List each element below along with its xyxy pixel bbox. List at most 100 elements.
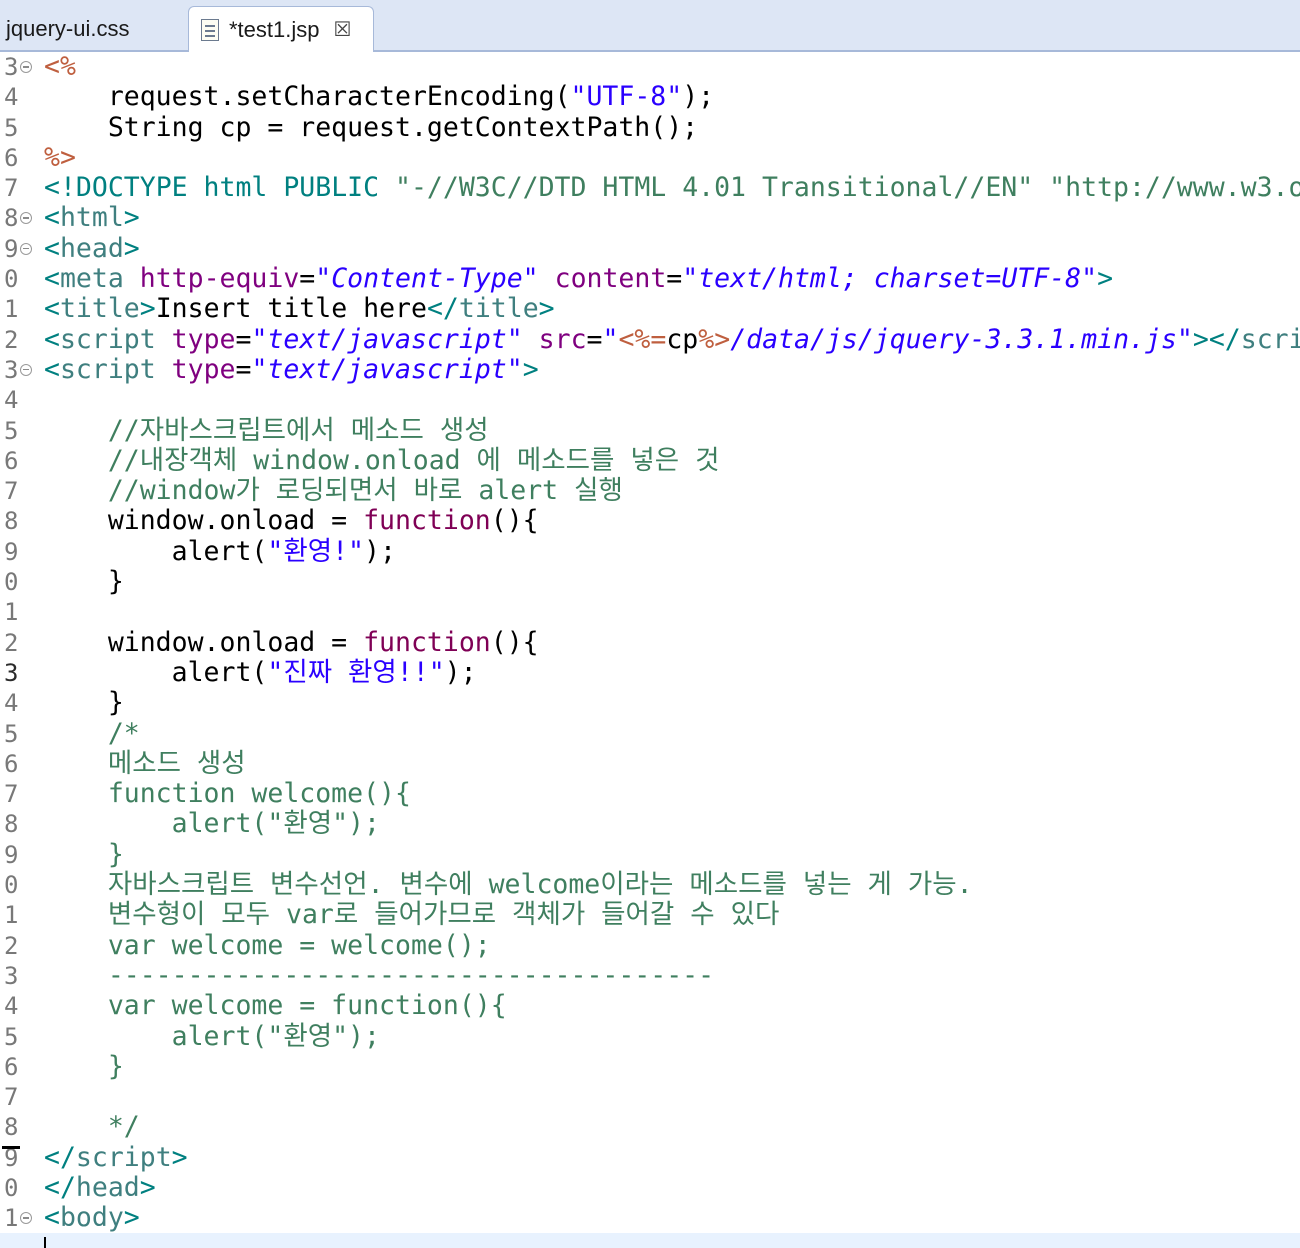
code-token: !DOCTYPE html PUBLIC [59, 172, 396, 204]
code-line[interactable]: 6 } [0, 1050, 1300, 1082]
code-line[interactable]: 7 <!DOCTYPE html PUBLIC "-//W3C//DTD HTML… [0, 173, 1300, 203]
code-line[interactable]: 9 </script> [0, 1142, 1300, 1173]
code-token: > [1097, 263, 1114, 295]
line-number: 7 [4, 174, 19, 203]
line-number: 7 [4, 780, 19, 809]
line-number: 4 [4, 386, 19, 415]
code-text-area[interactable]: 3 <% 4 request.setCharacterEncoding("UTF-8… [0, 52, 1300, 1248]
code-token: meta [59, 263, 140, 295]
code-line[interactable]: 6 메소드 생성 [0, 747, 1300, 779]
code-token: } [44, 1050, 124, 1082]
code-token: script [59, 323, 172, 355]
code-line[interactable]: 7 //window가 로딩되면서 바로 alert 실행 [0, 476, 1300, 506]
code-token: 자바스크립트 변수선언. 변수에 welcome이라는 메소드를 넣는 게 가능… [44, 869, 973, 901]
code-line[interactable]: 2 var welcome = welcome(); [0, 930, 1300, 961]
code-line[interactable]: 1 [0, 597, 1300, 627]
code-line[interactable]: 5 alert("환영"); [0, 1020, 1300, 1052]
code-line[interactable]: 4 var welcome = function(){ [0, 991, 1300, 1021]
line-content: window.onload = function(){ [44, 626, 539, 658]
line-content: } [44, 839, 124, 870]
code-line[interactable]: 8 alert("환영"); [0, 809, 1300, 839]
code-line[interactable]: 5 String cp = request.getContextPath(); [0, 111, 1300, 143]
tab-test1-jsp[interactable]: *test1.jsp ☒ [188, 6, 374, 52]
code-token: ></ [1192, 323, 1241, 355]
code-line[interactable]: 4 [0, 385, 1300, 415]
code-line[interactable]: 8 window.onload = function(){ [0, 506, 1300, 536]
line-number: 0 [4, 568, 19, 597]
code-line[interactable]: 7 [0, 1082, 1300, 1112]
line-content: //window가 로딩되면서 바로 alert 실행 [44, 476, 623, 506]
code-line[interactable]: 7 function welcome(){ [0, 779, 1300, 809]
code-line[interactable]: 9 <head> [0, 233, 1300, 264]
current-line-marker [2, 1146, 20, 1149]
line-content: 메소드 생성 [44, 747, 246, 779]
code-line[interactable]: 6 %> [0, 142, 1300, 173]
code-token: type [171, 323, 236, 355]
close-tab-icon[interactable]: ☒ [334, 17, 352, 42]
code-line[interactable]: 2 window.onload = function(){ [0, 626, 1300, 658]
line-number: 2 [4, 931, 19, 960]
code-token: < [44, 353, 60, 385]
line-content: <!DOCTYPE html PUBLIC "-//W3C//DTD HTML … [44, 173, 1300, 203]
code-token: function [363, 626, 491, 658]
code-line[interactable]: 1 변수형이 모두 var로 들어가므로 객체가 들어갈 수 있다 [0, 900, 1300, 930]
code-line[interactable]: 4 request.setCharacterEncoding("UTF-8"); [0, 82, 1300, 112]
line-content: <body> [44, 1203, 140, 1233]
fold-toggle-icon[interactable] [20, 61, 32, 73]
code-line[interactable]: 8 */ [0, 1112, 1300, 1142]
code-line[interactable]: 3 <script type="text/javascript"> [0, 353, 1300, 385]
code-line[interactable]: 9 } [0, 839, 1300, 870]
code-line[interactable]: 0 <meta http-equiv="Content-Type" content… [0, 264, 1300, 294]
line-number: 9 [4, 840, 19, 869]
code-line[interactable]: 8 <html> [0, 203, 1300, 233]
code-line[interactable]: 9 alert("환영!"); [0, 535, 1300, 567]
code-token: cp [666, 323, 699, 355]
code-token: %> [698, 323, 731, 355]
line-content: -------------------------------------- [44, 960, 714, 991]
editor-tab-bar: jquery-ui.css *test1.jsp ☒ [0, 0, 1300, 52]
line-number: 8 [4, 507, 19, 536]
line-number: 9 [4, 537, 19, 566]
code-line[interactable]: 6 //내장객체 window.onload 에 메소드를 넣은 것 [0, 445, 1300, 476]
code-token: (){ [490, 505, 539, 537]
line-number: 3 [4, 961, 19, 990]
code-line[interactable]: 3 -------------------------------------- [0, 960, 1300, 991]
code-token: String cp = request.getContextPath(); [44, 111, 699, 143]
code-token: </ [426, 293, 459, 325]
fold-toggle-icon[interactable] [20, 242, 32, 255]
code-line[interactable]: 0 } [0, 567, 1300, 597]
line-number: 1 [4, 901, 19, 930]
code-line[interactable]: 0 </head> [0, 1171, 1300, 1203]
line-number: 0 [4, 871, 19, 900]
line-content: String cp = request.getContextPath(); [44, 111, 699, 143]
code-line[interactable]: 0 자바스크립트 변수선언. 변수에 welcome이라는 메소드를 넣는 게 … [0, 870, 1300, 900]
code-token: ); [364, 535, 396, 567]
code-line[interactable]: 3 <% [0, 52, 1300, 82]
code-token: title [458, 293, 539, 325]
code-token: function welcome(){ [44, 778, 411, 810]
code-token: "text/html; charset=UTF-8" [682, 263, 1098, 295]
line-content: alert("환영!"); [44, 535, 396, 567]
code-token: "text/javascript" [251, 353, 523, 385]
code-token: "환영!" [267, 535, 364, 567]
code-token: window.onload = [44, 505, 364, 537]
code-line[interactable]: 3 alert("진짜 환영!!"); [0, 657, 1300, 688]
tab-jquery-ui-css[interactable]: jquery-ui.css [0, 6, 188, 52]
code-line[interactable]: 5 //자바스크립트에서 메소드 생성 [0, 415, 1300, 446]
code-token: head [75, 1171, 140, 1203]
code-token: 메소드 생성 [44, 747, 246, 779]
code-token: = [235, 323, 252, 355]
code-token: "UTF-8" [570, 81, 683, 113]
code-line[interactable]: 4 } [0, 688, 1300, 718]
code-token: script [1240, 323, 1300, 355]
code-line[interactable]: 1 <title>Insert title here</title> [0, 294, 1300, 324]
line-content: } [44, 567, 124, 597]
code-line[interactable]: 2 <script type="text/javascript" src="<%=… [0, 323, 1300, 355]
code-line[interactable]: 5 /* [0, 718, 1300, 749]
line-content: //내장객체 window.onload 에 메소드를 넣은 것 [44, 445, 720, 476]
code-token: > [538, 293, 555, 325]
code-token: alert("환영"); [44, 1020, 380, 1052]
fold-toggle-icon[interactable] [20, 363, 32, 376]
code-line[interactable]: 1 <body> [0, 1203, 1300, 1233]
line-content: */ [44, 1112, 140, 1142]
